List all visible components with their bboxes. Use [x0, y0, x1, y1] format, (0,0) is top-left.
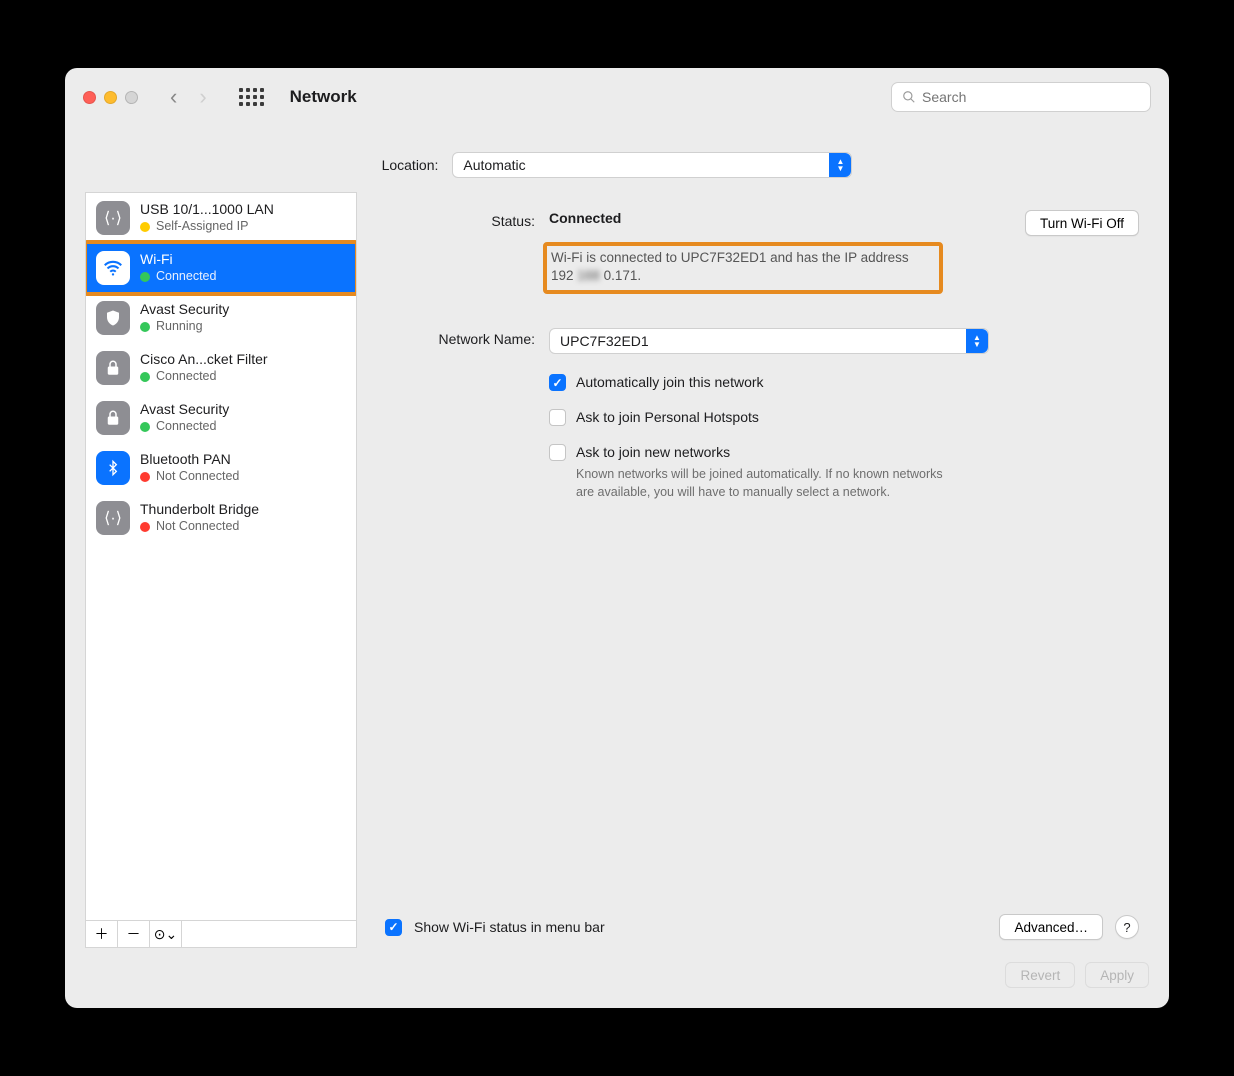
ask-new-label: Ask to join new networks	[576, 444, 730, 460]
ethernet-icon: ⟨·⟩	[96, 501, 130, 535]
forward-button[interactable]: ›	[191, 80, 214, 114]
ask-hotspot-label: Ask to join Personal Hotspots	[576, 409, 759, 425]
window-title: Network	[290, 87, 357, 107]
interface-title: Avast Security	[140, 301, 229, 319]
search-field[interactable]	[891, 82, 1151, 112]
status-dot	[140, 422, 150, 432]
sidebar-item-usb-lan[interactable]: ⟨·⟩ USB 10/1...1000 LAN Self-Assigned IP	[86, 193, 356, 243]
show-all-icon[interactable]	[239, 88, 264, 106]
sidebar-item-bluetooth[interactable]: Bluetooth PAN Not Connected	[86, 443, 356, 493]
help-button[interactable]: ?	[1115, 915, 1139, 939]
interface-status: Not Connected	[156, 519, 239, 535]
remove-interface-button[interactable]: －	[118, 921, 150, 947]
interface-title: Cisco An...cket Filter	[140, 351, 268, 369]
lock-icon	[96, 351, 130, 385]
location-dropdown[interactable]: Automatic ▲▼	[452, 152, 852, 178]
interface-title: USB 10/1...1000 LAN	[140, 201, 274, 219]
window-footer: Revert Apply	[65, 962, 1169, 1008]
network-name-label: Network Name:	[385, 328, 549, 511]
wifi-icon	[96, 251, 130, 285]
sidebar-item-thunderbolt[interactable]: ⟨·⟩ Thunderbolt Bridge Not Connected	[86, 493, 356, 543]
close-window-button[interactable]	[83, 91, 96, 104]
window-controls	[83, 91, 138, 104]
auto-join-label: Automatically join this network	[576, 374, 764, 390]
ethernet-icon: ⟨·⟩	[96, 201, 130, 235]
status-dot	[140, 472, 150, 482]
shield-icon	[96, 301, 130, 335]
interface-options-button[interactable]: ⊙⌄	[150, 921, 182, 947]
status-dot	[140, 372, 150, 382]
bluetooth-icon	[96, 451, 130, 485]
network-name-dropdown[interactable]: UPC7F32ED1 ▲▼	[549, 328, 989, 354]
advanced-button[interactable]: Advanced…	[999, 914, 1103, 940]
status-dot	[140, 272, 150, 282]
network-name-value: UPC7F32ED1	[560, 333, 649, 349]
status-dot	[140, 222, 150, 232]
nav-buttons: ‹ ›	[162, 80, 215, 114]
sidebar-item-avast-1[interactable]: Avast Security Running	[86, 293, 356, 343]
search-icon	[902, 90, 916, 104]
status-dot	[140, 322, 150, 332]
turn-wifi-off-button[interactable]: Turn Wi-Fi Off	[1025, 210, 1139, 236]
ask-new-checkbox[interactable]	[549, 444, 566, 461]
show-menubar-checkbox[interactable]	[385, 919, 402, 936]
apply-button[interactable]: Apply	[1085, 962, 1149, 988]
sidebar-item-avast-2[interactable]: Avast Security Connected	[86, 393, 356, 443]
interface-status: Running	[156, 319, 203, 335]
chevron-updown-icon: ▲▼	[966, 329, 988, 353]
interface-title: Thunderbolt Bridge	[140, 501, 259, 519]
search-input[interactable]	[922, 89, 1140, 105]
main-area: ⟨·⟩ USB 10/1...1000 LAN Self-Assigned IP…	[65, 192, 1169, 962]
status-dot	[140, 522, 150, 532]
add-interface-button[interactable]: ＋	[86, 921, 118, 947]
show-menubar-label: Show Wi-Fi status in menu bar	[414, 919, 605, 935]
interface-status: Self-Assigned IP	[156, 219, 248, 235]
revert-button[interactable]: Revert	[1005, 962, 1075, 988]
minimize-window-button[interactable]	[104, 91, 117, 104]
interface-status: Connected	[156, 369, 216, 385]
interface-status: Connected	[156, 419, 216, 435]
ask-new-description: Known networks will be joined automatica…	[576, 466, 946, 501]
back-button[interactable]: ‹	[162, 80, 185, 114]
toolbar: ‹ › Network	[65, 68, 1169, 126]
interface-list: ⟨·⟩ USB 10/1...1000 LAN Self-Assigned IP…	[85, 192, 357, 920]
status-value: Connected	[549, 210, 621, 226]
auto-join-checkbox[interactable]	[549, 374, 566, 391]
ask-hotspot-checkbox[interactable]	[549, 409, 566, 426]
interface-status: Not Connected	[156, 469, 239, 485]
location-label: Location:	[382, 157, 439, 173]
location-value: Automatic	[463, 157, 525, 173]
sidebar-item-wifi[interactable]: Wi-Fi Connected	[86, 243, 356, 293]
zoom-window-button[interactable]	[125, 91, 138, 104]
interface-title: Bluetooth PAN	[140, 451, 239, 469]
location-row: Location: Automatic ▲▼	[65, 126, 1169, 192]
sidebar-actions: ＋ － ⊙⌄	[85, 920, 357, 948]
detail-panel: Status: Connected Turn Wi-Fi Off Wi-Fi i…	[375, 192, 1149, 948]
interface-title: Avast Security	[140, 401, 229, 419]
interface-status: Connected	[156, 269, 216, 285]
status-label: Status:	[385, 210, 549, 294]
status-description: Wi-Fi is connected to UPC7F32ED1 and has…	[543, 242, 943, 294]
network-preferences-window: ‹ › Network Location: Automatic ▲▼ ⟨·⟩	[65, 68, 1169, 1008]
sidebar-item-cisco[interactable]: Cisco An...cket Filter Connected	[86, 343, 356, 393]
interface-title: Wi-Fi	[140, 251, 216, 269]
lock-icon	[96, 401, 130, 435]
chevron-updown-icon: ▲▼	[829, 153, 851, 177]
interfaces-sidebar: ⟨·⟩ USB 10/1...1000 LAN Self-Assigned IP…	[85, 192, 357, 948]
